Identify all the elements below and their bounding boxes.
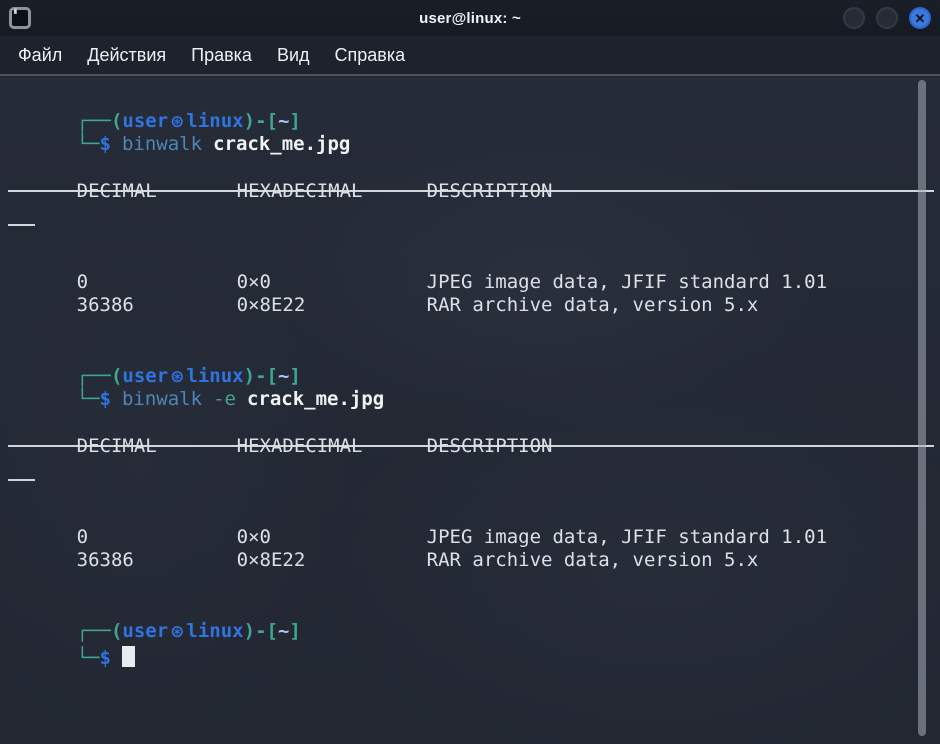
prompt-frame: ┌──( [77,110,123,132]
kali-symbol-icon: ⊛ [168,367,186,387]
table-header-1: DECIMALHEXADECIMALDESCRIPTION [8,157,934,181]
kali-symbol-icon: ⊛ [168,622,186,642]
kali-symbol-icon: ⊛ [168,112,186,132]
command-text: binwalk [122,388,202,410]
close-icon: ✕ [915,12,926,25]
table-row: 00×0JPEG image data, JFIF standard 1.01 [8,247,934,271]
command-option: -e [213,388,236,410]
close-button[interactable]: ✕ [909,7,931,29]
menu-view[interactable]: Вид [277,45,310,66]
command-text: binwalk [122,133,202,155]
prompt-host: linux [186,110,243,132]
prompt-user: user [122,110,168,132]
table-row: 00×0JPEG image data, JFIF standard 1.01 [8,502,934,526]
prompt-path: ~ [278,110,289,132]
command-arg: crack_me.jpg [213,133,350,155]
table-header-2: DECIMALHEXADECIMALDESCRIPTION [8,412,934,436]
separator-wrap [8,479,934,503]
maximize-button[interactable] [876,7,898,29]
menu-actions[interactable]: Действия [87,45,166,66]
text-cursor [122,646,135,667]
separator-wrap [8,224,934,248]
prompt-line-1: ┌──(user⊛linux)-[~] [8,86,934,110]
menu-file[interactable]: Файл [18,45,62,66]
window-title: user@linux: ~ [0,10,940,27]
menu-help[interactable]: Справка [335,45,406,66]
scrollbar-thumb[interactable] [918,80,926,736]
menubar: Файл Действия Правка Вид Справка [0,36,940,76]
terminal-viewport[interactable]: ┌──(user⊛linux)-[~] └─$binwalkcrack_me.j… [0,78,940,744]
prompt-line-2: ┌──(user⊛linux)-[~] [8,341,934,365]
titlebar: ▘ user@linux: ~ ✕ [0,0,940,36]
window-controls: ✕ [843,7,931,29]
minimize-button[interactable] [843,7,865,29]
command-arg: crack_me.jpg [247,388,384,410]
prompt-line-3: ┌──(user⊛linux)-[~] [8,596,934,620]
menu-edit[interactable]: Правка [191,45,252,66]
terminal-window: ▘ user@linux: ~ ✕ Файл Действия Правка В… [0,0,940,744]
